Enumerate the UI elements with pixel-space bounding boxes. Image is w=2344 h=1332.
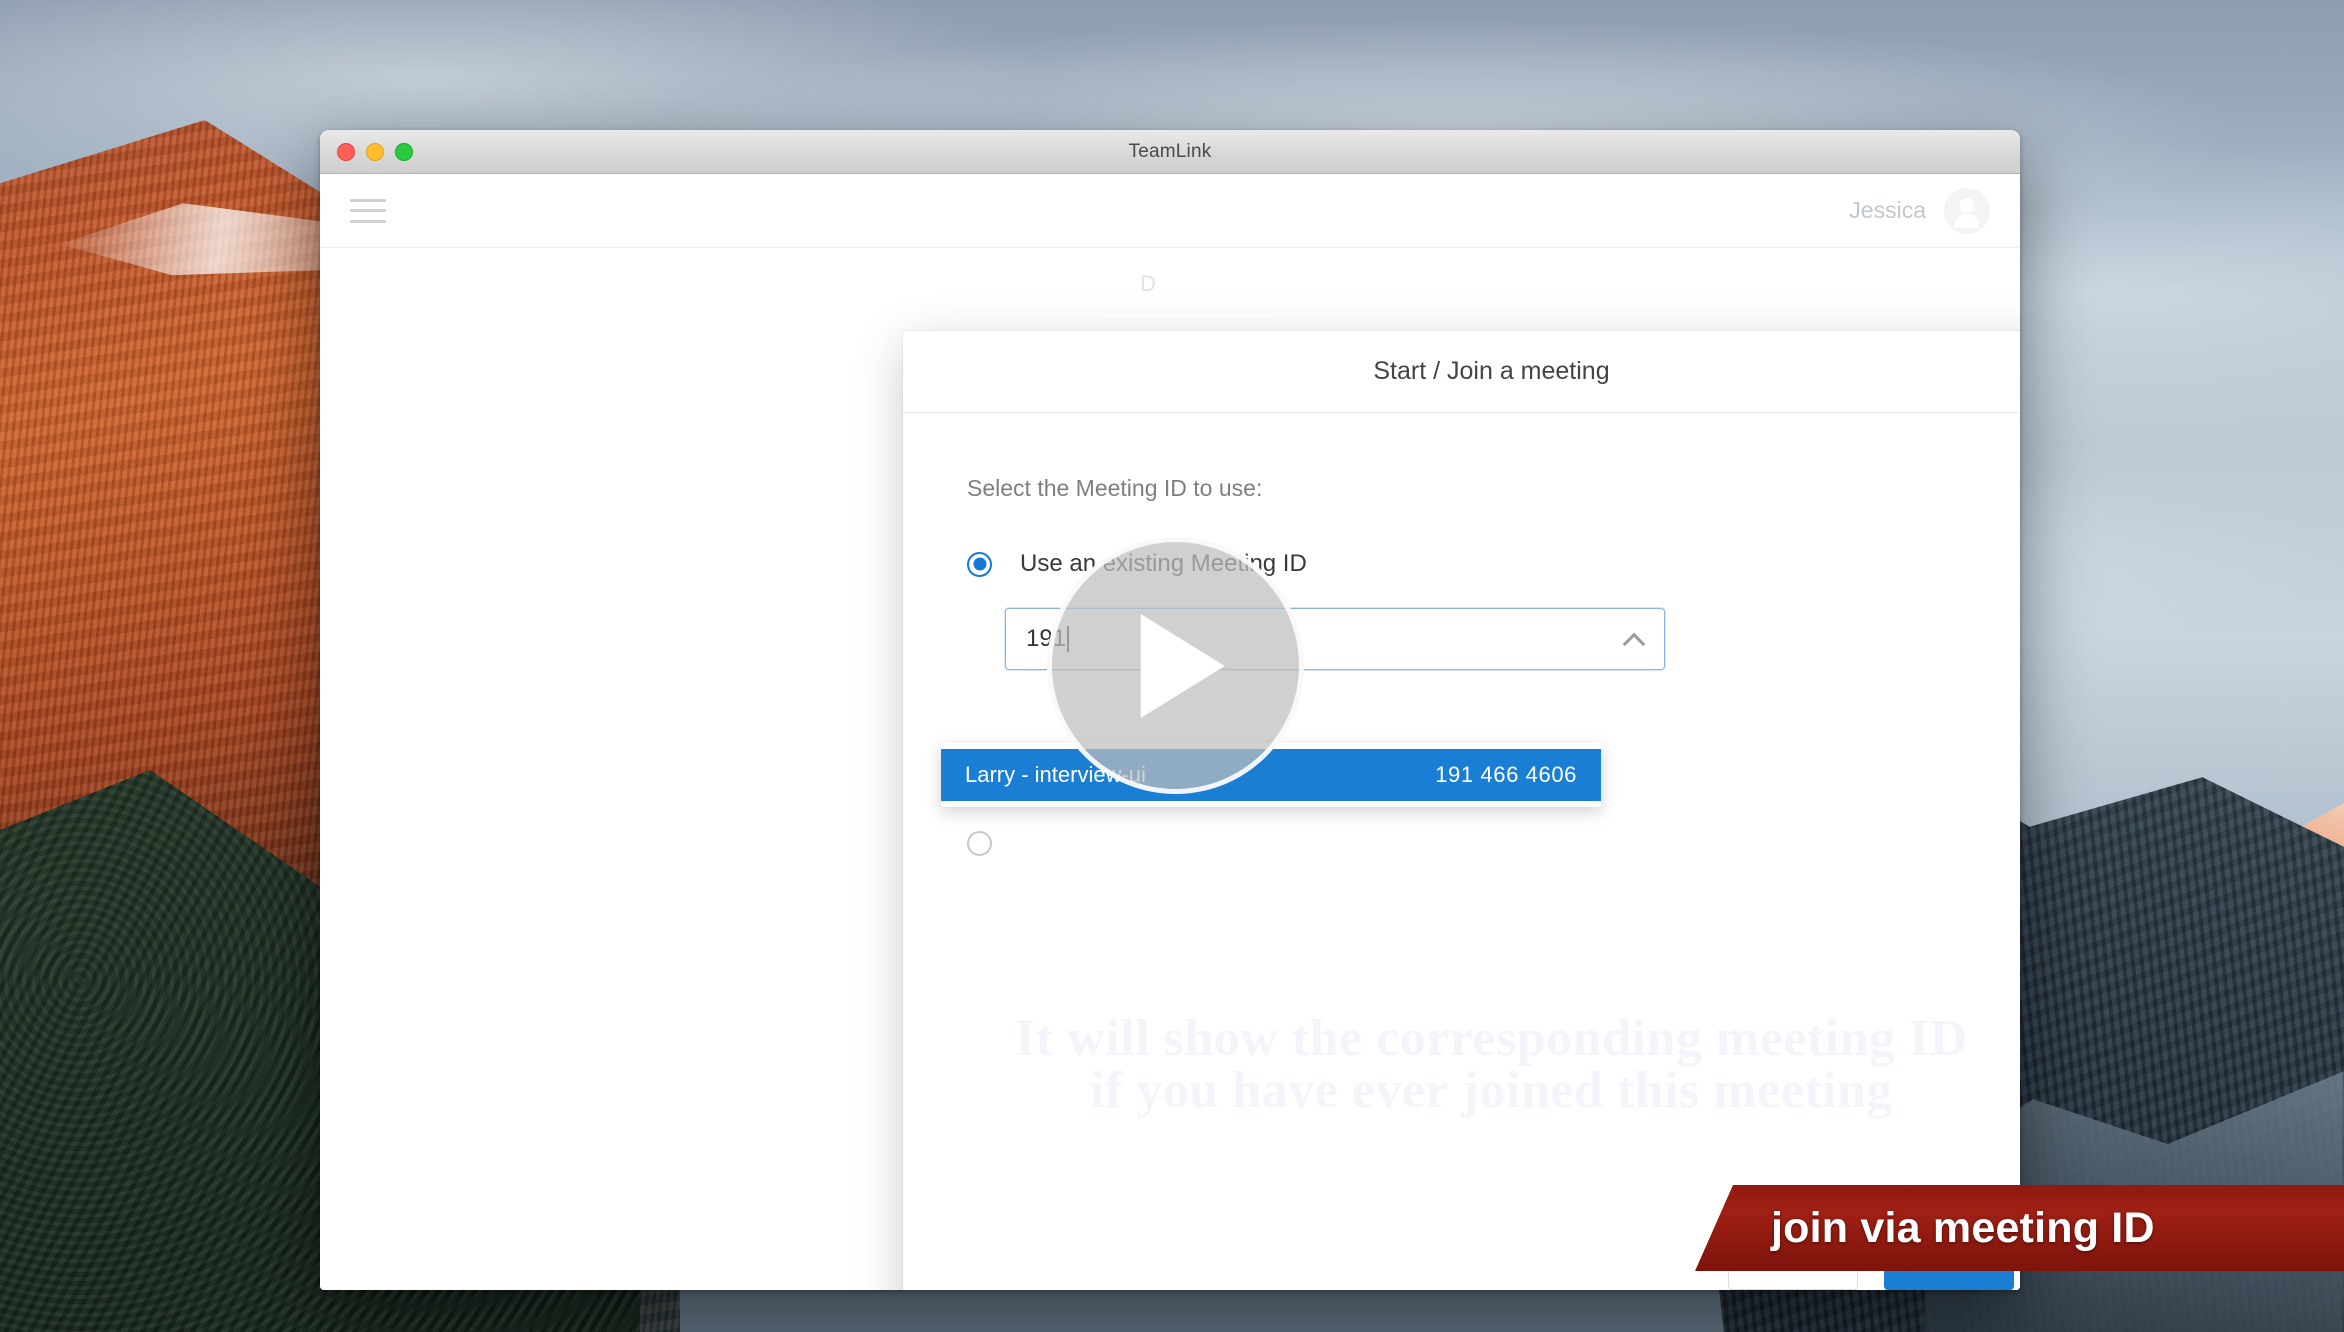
dialog-header: Start / Join a meeting: [903, 331, 2020, 413]
traffic-lights[interactable]: [337, 130, 413, 174]
watermark-line-1: It will show the corresponding meeting I…: [1015, 1010, 1968, 1067]
join-via-meeting-id-banner: join via meeting ID: [1695, 1185, 2344, 1271]
user-avatar-icon[interactable]: [1944, 187, 1990, 234]
meeting-id-dropdown[interactable]: Larry - interview-ui 191 466 4606: [941, 743, 1601, 807]
dropdown-option-id: 191 466 4606: [1435, 762, 1577, 787]
chevron-up-icon[interactable]: [1624, 629, 1644, 649]
meeting-list-header-label: D: [1140, 270, 1156, 296]
window-titlebar: TeamLink: [320, 130, 2020, 174]
dropdown-option[interactable]: Larry - interview-ui 191 466 4606: [941, 749, 1601, 801]
app-header: Jessica: [320, 174, 2020, 248]
meeting-list-header: D: [1100, 248, 2020, 320]
dialog-body: Select the Meeting ID to use: Use an exi…: [903, 413, 2020, 1202]
hamburger-bar: [350, 209, 386, 212]
user-menu[interactable]: Jessica: [1849, 187, 1990, 234]
watermark-line-2: if you have ever joined this meeting: [1090, 1062, 1893, 1119]
close-window-icon[interactable]: [337, 143, 355, 161]
select-meeting-id-label: Select the Meeting ID to use:: [967, 475, 1263, 501]
hamburger-icon[interactable]: [350, 198, 386, 223]
user-name-label: Jessica: [1849, 197, 1926, 223]
hamburger-bar: [350, 219, 386, 223]
radio-new-meeting-id[interactable]: [967, 831, 992, 856]
window-title: TeamLink: [1128, 140, 1212, 162]
play-icon: [1140, 613, 1225, 718]
watermark-hint: It will show the corresponding meeting I…: [903, 1013, 2020, 1117]
radio-option-new-meeting-id[interactable]: [967, 831, 1020, 856]
hamburger-bar: [350, 198, 386, 202]
start-join-meeting-dialog: Start / Join a meeting Select the Meetin…: [903, 331, 2020, 1290]
dialog-title: Start / Join a meeting: [1373, 357, 1610, 385]
maximize-window-icon[interactable]: [395, 143, 413, 161]
banner-label: join via meeting ID: [1771, 1203, 2155, 1252]
minimize-window-icon[interactable]: [366, 143, 384, 161]
radio-existing-meeting-id[interactable]: [967, 551, 992, 577]
desktop-wallpaper: TeamLink Jessica D 095: [0, 0, 2344, 1332]
play-button-overlay[interactable]: [1047, 537, 1304, 794]
